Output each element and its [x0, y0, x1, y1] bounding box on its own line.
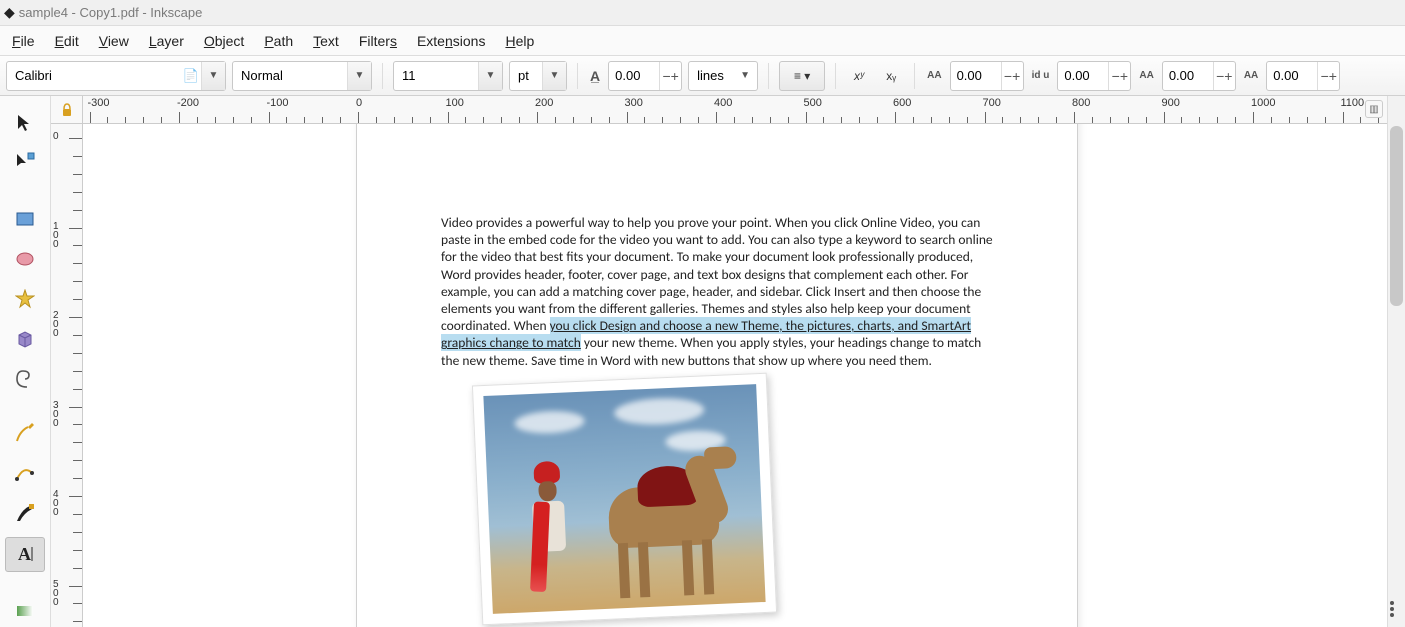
toolbox: A [0, 96, 51, 627]
document-image[interactable] [472, 373, 777, 626]
ruler-origin-lock[interactable] [51, 96, 83, 124]
word-spacing-icon: id u [1030, 70, 1052, 81]
display-options-button[interactable]: ▥ [1365, 100, 1383, 118]
chevron-down-icon[interactable]: ▼ [542, 62, 566, 90]
window-title: sample4 - Copy1.pdf - Inkscape [19, 5, 203, 20]
line-height-value: 0.00 [609, 68, 659, 83]
font-style-value: Normal [233, 68, 347, 83]
gradient-tool[interactable] [5, 593, 45, 627]
chevron-down-icon[interactable]: ▼ [347, 62, 371, 90]
subscript-button[interactable]: xᵧ [878, 61, 904, 91]
document-page: Video provides a powerful way to help yo… [357, 124, 1077, 627]
separator [835, 63, 836, 89]
word-spacing-input[interactable]: 0.00 −+ [1057, 61, 1131, 91]
stepper-icon[interactable]: −+ [1108, 62, 1130, 90]
stepper-icon[interactable]: −+ [659, 62, 681, 90]
rectangle-tool[interactable] [5, 202, 45, 236]
app-logo-icon: ◆ [4, 4, 15, 21]
scrollbar-thumb[interactable] [1390, 126, 1403, 306]
menu-filters[interactable]: Filters [351, 29, 405, 53]
chevron-down-icon[interactable]: ▼ [478, 62, 502, 90]
font-style-combo[interactable]: Normal ▼ [232, 61, 372, 91]
node-tool[interactable] [5, 146, 45, 180]
menu-view[interactable]: View [91, 29, 137, 53]
kerning-input[interactable]: 0.00 −+ [1162, 61, 1236, 91]
ellipse-tool[interactable] [5, 242, 45, 276]
font-unit-combo[interactable]: pt ▼ [509, 61, 567, 91]
rotation-input[interactable]: 0.00 −+ [1266, 61, 1340, 91]
menu-object[interactable]: Object [196, 29, 252, 53]
stepper-icon[interactable]: −+ [1213, 62, 1235, 90]
kerning-value: 0.00 [1163, 68, 1213, 83]
menu-bar: File Edit View Layer Object Path Text Fi… [0, 26, 1405, 56]
document-paragraph[interactable]: Video provides a powerful way to help yo… [441, 214, 999, 369]
rotation-value: 0.00 [1267, 68, 1317, 83]
spiral-tool[interactable] [5, 362, 45, 396]
word-spacing-value: 0.00 [1058, 68, 1108, 83]
menu-layer[interactable]: Layer [141, 29, 192, 53]
ruler-vertical[interactable]: 01 0 02 0 03 0 04 0 05 0 0 [51, 124, 83, 627]
font-size-combo[interactable]: 11 ▼ [393, 61, 503, 91]
separator [914, 63, 915, 89]
letter-spacing-value: 0.00 [951, 68, 1001, 83]
line-height-unit-combo[interactable]: lines ▼ [688, 61, 758, 91]
stepper-icon[interactable]: −+ [1317, 62, 1339, 90]
separator [768, 63, 769, 89]
menu-help[interactable]: Help [497, 29, 542, 53]
rotation-icon: AA [1242, 70, 1260, 81]
menu-edit[interactable]: Edit [47, 29, 87, 53]
photo-camel [596, 443, 752, 599]
kerning-icon: AA [1137, 70, 1155, 81]
photo-content [483, 384, 765, 614]
line-mode-value: lines [689, 68, 733, 83]
star-tool[interactable] [5, 282, 45, 316]
window-titlebar: ◆ sample4 - Copy1.pdf - Inkscape [0, 0, 1405, 26]
font-size-value: 11 [394, 68, 478, 83]
stepper-icon[interactable]: −+ [1001, 62, 1023, 90]
chevron-down-icon[interactable]: ▼ [733, 62, 757, 90]
menu-text[interactable]: Text [305, 29, 347, 53]
separator [382, 63, 383, 89]
text-align-button[interactable]: ≡ ▾ [779, 61, 825, 91]
calligraphy-tool[interactable] [5, 497, 45, 531]
letter-spacing-icon: AA [925, 70, 943, 81]
font-family-combo[interactable]: Calibri 📄 ▼ [6, 61, 226, 91]
ruler-horizontal[interactable]: -300-200-1000100200300400500600700800900… [83, 96, 1387, 124]
text-tool[interactable]: A [5, 537, 45, 571]
menu-extensions[interactable]: Extensions [409, 29, 494, 53]
photo-person [516, 460, 582, 602]
selector-tool[interactable] [5, 106, 45, 140]
pencil-tool[interactable] [5, 417, 45, 451]
vertical-scrollbar[interactable] [1387, 96, 1405, 627]
canvas[interactable]: Video provides a powerful way to help yo… [83, 124, 1387, 627]
menu-file[interactable]: File [4, 29, 43, 53]
line-height-icon: A̲ [588, 68, 602, 84]
line-height-input[interactable]: 0.00 −+ [608, 61, 682, 91]
bezier-tool[interactable] [5, 457, 45, 491]
font-preview-icon: 📄 [181, 68, 201, 84]
superscript-button[interactable]: xʸ [846, 61, 872, 91]
menu-path[interactable]: Path [256, 29, 301, 53]
font-unit-value: pt [510, 68, 542, 83]
separator [577, 63, 578, 89]
font-family-value: Calibri [7, 68, 181, 83]
doc-text-before: Video provides a powerful way to help yo… [441, 214, 993, 334]
text-tool-options-bar: Calibri 📄 ▼ Normal ▼ 11 ▼ pt ▼ A̲ 0.00 −… [0, 56, 1405, 96]
3dbox-tool[interactable] [5, 322, 45, 356]
letter-spacing-input[interactable]: 0.00 −+ [950, 61, 1024, 91]
svg-text:A: A [18, 544, 31, 564]
more-options-icon[interactable] [1390, 601, 1402, 617]
chevron-down-icon[interactable]: ▼ [201, 62, 225, 90]
